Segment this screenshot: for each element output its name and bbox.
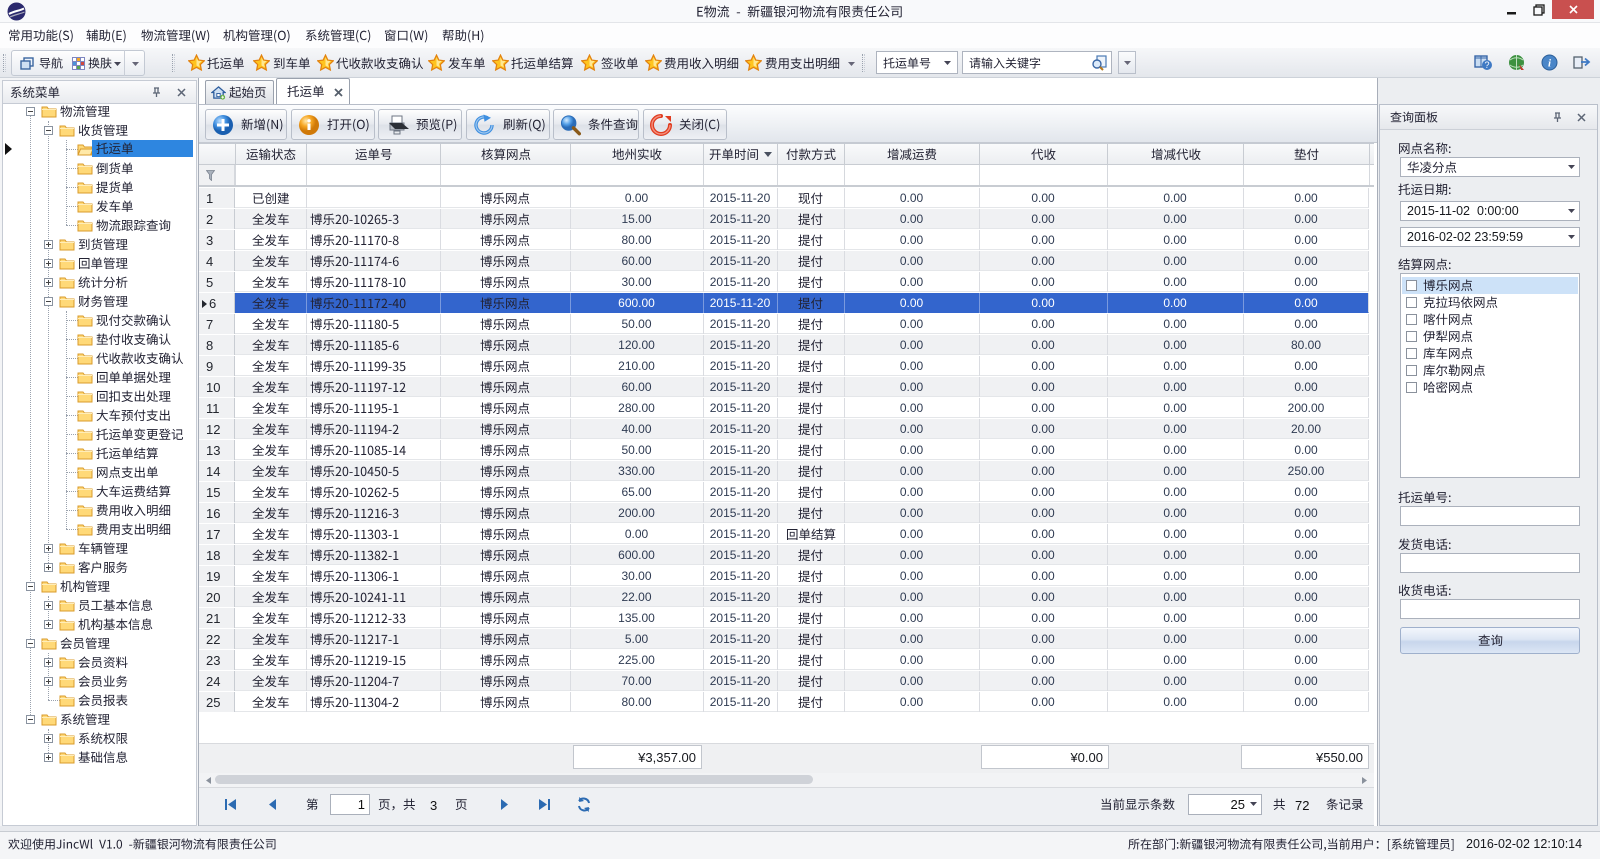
- svg-text:?: ?: [1484, 60, 1489, 70]
